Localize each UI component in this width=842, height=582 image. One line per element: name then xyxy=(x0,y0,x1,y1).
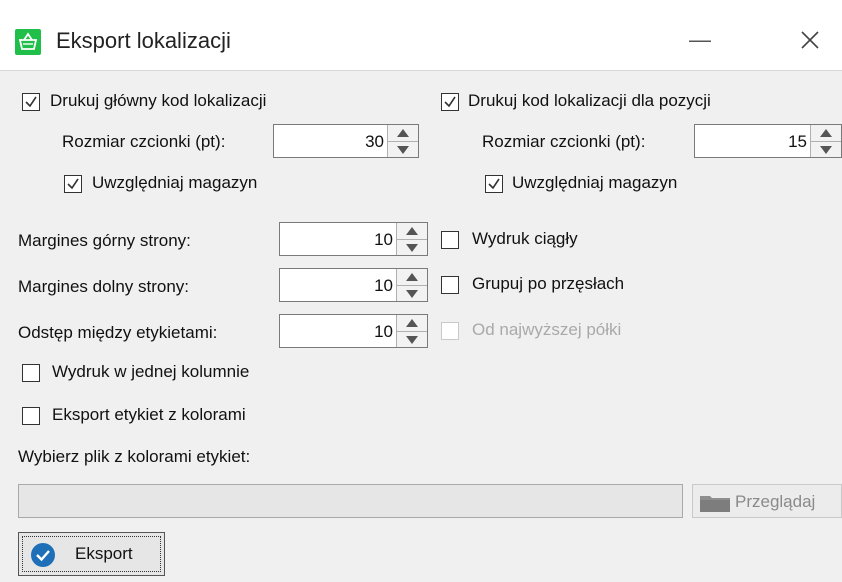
export-button-label: Eksport xyxy=(75,544,133,563)
position-font-size-arrows[interactable] xyxy=(810,125,841,157)
bottom-margin-spinner[interactable]: 10 xyxy=(279,268,428,302)
export-with-colors-checkbox[interactable] xyxy=(22,407,40,425)
position-include-warehouse-label[interactable]: Uwzględniaj magazyn xyxy=(512,173,677,193)
main-font-size-arrows[interactable] xyxy=(387,125,418,157)
arrow-up-icon[interactable] xyxy=(406,319,418,327)
checkmark-icon xyxy=(67,178,79,190)
label-gap-arrows[interactable] xyxy=(396,315,427,347)
arrow-down-icon[interactable] xyxy=(820,146,832,154)
arrow-down-icon[interactable] xyxy=(406,244,418,252)
browse-button-label: Przeglądaj xyxy=(735,492,816,511)
print-position-code-label[interactable]: Drukuj kod lokalizacji dla pozycji xyxy=(468,91,711,111)
continuous-print-label[interactable]: Wydruk ciągły xyxy=(472,229,578,249)
close-icon xyxy=(790,31,830,64)
top-margin-label: Margines górny strony: xyxy=(18,231,191,250)
check-circle-icon xyxy=(30,542,56,573)
checkmark-icon xyxy=(25,96,37,108)
print-position-code-checkbox[interactable] xyxy=(441,93,459,111)
print-main-code-label[interactable]: Drukuj główny kod lokalizacji xyxy=(50,91,266,111)
print-main-code-checkbox[interactable] xyxy=(22,93,40,111)
export-dialog: Eksport lokalizacji — Drukuj główny kod … xyxy=(0,0,842,582)
arrow-down-icon[interactable] xyxy=(406,336,418,344)
checkmark-icon xyxy=(444,96,456,108)
close-button[interactable] xyxy=(790,20,830,60)
top-margin-spinner[interactable]: 10 xyxy=(279,222,428,256)
main-font-size-value[interactable]: 30 xyxy=(365,132,384,152)
folder-icon xyxy=(700,494,730,517)
label-gap-label: Odstęp między etykietami: xyxy=(18,323,218,342)
basket-icon xyxy=(15,29,41,55)
position-font-size-spinner[interactable]: 15 xyxy=(694,124,842,158)
main-font-size-spinner[interactable]: 30 xyxy=(273,124,419,158)
top-margin-value[interactable]: 10 xyxy=(374,230,393,250)
browse-button[interactable]: Przeglądaj xyxy=(692,484,842,518)
export-with-colors-label[interactable]: Eksport etykiet z kolorami xyxy=(52,405,246,425)
label-gap-value[interactable]: 10 xyxy=(374,322,393,342)
arrow-up-icon[interactable] xyxy=(406,273,418,281)
arrow-up-icon[interactable] xyxy=(820,129,832,137)
bottom-margin-label: Margines dolny strony: xyxy=(18,277,190,296)
position-font-size-label: Rozmiar czcionki (pt): xyxy=(482,132,646,151)
from-highest-shelf-label: Od najwyższej półki xyxy=(472,320,622,339)
single-column-checkbox[interactable] xyxy=(22,364,40,382)
title-bar: Eksport lokalizacji — xyxy=(0,0,842,71)
continuous-print-checkbox[interactable] xyxy=(441,231,459,249)
bottom-margin-arrows[interactable] xyxy=(396,269,427,301)
from-highest-shelf-checkbox xyxy=(441,322,459,340)
arrow-down-icon[interactable] xyxy=(397,146,409,154)
minimize-button[interactable]: — xyxy=(680,20,720,60)
bottom-margin-value[interactable]: 10 xyxy=(374,276,393,296)
position-include-warehouse-checkbox[interactable] xyxy=(485,175,503,193)
group-by-span-label[interactable]: Grupuj po przęsłach xyxy=(472,274,624,294)
color-file-input[interactable] xyxy=(18,484,683,518)
arrow-down-icon[interactable] xyxy=(406,290,418,298)
arrow-up-icon[interactable] xyxy=(397,129,409,137)
color-file-label: Wybierz plik z kolorami etykiet: xyxy=(18,447,251,466)
position-font-size-value[interactable]: 15 xyxy=(788,132,807,152)
main-include-warehouse-checkbox[interactable] xyxy=(64,175,82,193)
arrow-up-icon[interactable] xyxy=(406,227,418,235)
window-title: Eksport lokalizacji xyxy=(56,28,231,53)
checkmark-icon xyxy=(488,178,500,190)
group-by-span-checkbox[interactable] xyxy=(441,276,459,294)
main-include-warehouse-label[interactable]: Uwzględniaj magazyn xyxy=(92,173,257,193)
top-margin-arrows[interactable] xyxy=(396,223,427,255)
label-gap-spinner[interactable]: 10 xyxy=(279,314,428,348)
main-font-size-label: Rozmiar czcionki (pt): xyxy=(62,132,226,151)
export-button[interactable]: Eksport xyxy=(18,532,165,576)
single-column-label[interactable]: Wydruk w jednej kolumnie xyxy=(52,362,249,382)
